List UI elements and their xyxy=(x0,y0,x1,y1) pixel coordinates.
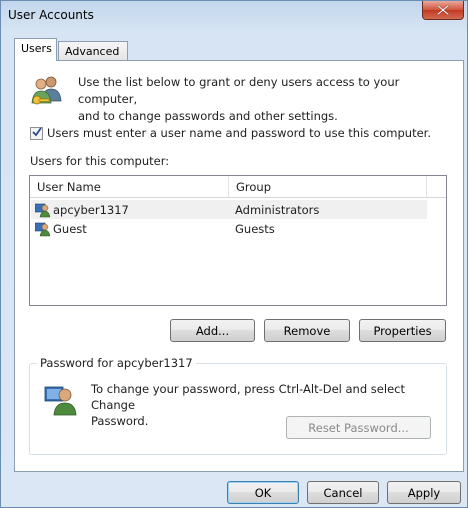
close-icon xyxy=(437,5,449,15)
intro-line-2: and to change passwords and other settin… xyxy=(78,109,338,123)
users-tab-panel: Use the list below to grant or deny user… xyxy=(14,60,464,472)
listview-header: User Name Group xyxy=(30,176,446,198)
user-accounts-window: User Accounts Users Advanced Use the lis… xyxy=(0,0,468,508)
users-list-label: Users for this computer: xyxy=(30,154,170,168)
user-name-cell: Guest xyxy=(53,222,87,236)
require-login-row[interactable]: Users must enter a user name and passwor… xyxy=(30,125,431,141)
user-group-cell: Administrators xyxy=(235,203,320,217)
ok-button[interactable]: OK xyxy=(227,481,299,504)
require-login-label[interactable]: Users must enter a user name and passwor… xyxy=(47,126,431,140)
users-listview[interactable]: User Name Group apcyber1317 Administrato… xyxy=(29,175,447,306)
checkmark-icon xyxy=(31,126,42,140)
tab-users[interactable]: Users xyxy=(14,38,57,61)
column-header-user-name[interactable]: User Name xyxy=(30,176,229,198)
intro-line-1: Use the list below to grant or deny user… xyxy=(78,75,400,106)
require-login-checkbox[interactable] xyxy=(30,126,43,140)
table-row[interactable]: Guest Guests xyxy=(31,219,427,238)
user-name-cell: apcyber1317 xyxy=(53,203,129,217)
table-row[interactable]: apcyber1317 Administrators xyxy=(31,200,427,219)
intro-text: Use the list below to grant or deny user… xyxy=(78,74,453,125)
users-key-icon xyxy=(29,73,63,107)
properties-button[interactable]: Properties xyxy=(359,319,446,342)
user-icon xyxy=(34,202,51,218)
close-button[interactable] xyxy=(422,1,464,20)
tab-strip: Users Advanced xyxy=(14,38,464,61)
password-group: Password for apcyber1317 To change your … xyxy=(29,356,447,455)
apply-button[interactable]: Apply xyxy=(387,481,461,504)
title-bar[interactable]: User Accounts xyxy=(1,1,467,31)
remove-user-button[interactable]: Remove xyxy=(264,319,350,342)
window-title: User Accounts xyxy=(8,8,94,22)
column-header-group[interactable]: Group xyxy=(229,176,427,198)
reset-password-button: Reset Password... xyxy=(286,416,431,439)
password-group-legend: Password for apcyber1317 xyxy=(37,356,196,370)
tab-advanced[interactable]: Advanced xyxy=(58,41,128,61)
user-group-cell: Guests xyxy=(235,222,275,236)
password-text-line-1: To change your password, press Ctrl-Alt-… xyxy=(91,382,405,412)
user-icon xyxy=(34,221,51,237)
add-user-button[interactable]: Add... xyxy=(170,319,255,342)
cancel-button[interactable]: Cancel xyxy=(307,481,379,504)
user-icon xyxy=(44,382,78,416)
